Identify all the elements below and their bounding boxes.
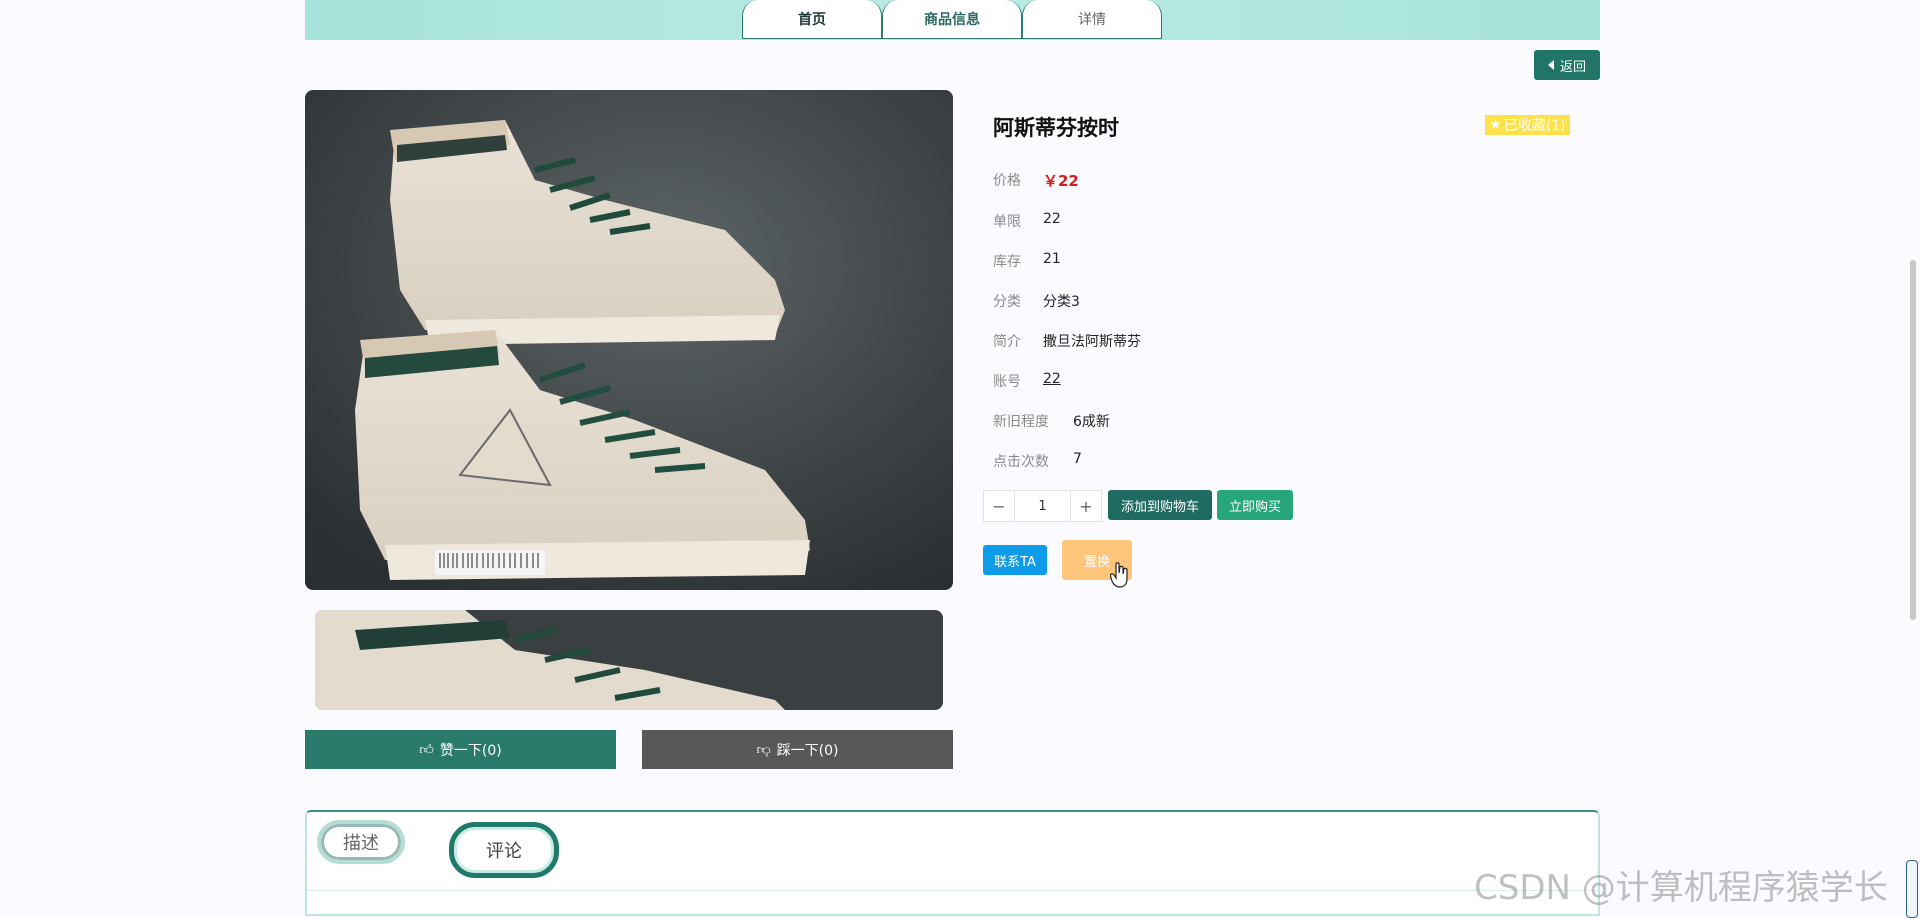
scrollbar-thumb[interactable] [1910, 260, 1916, 620]
intro-label: 简介 [993, 334, 1021, 350]
limit-row: 单限 22 [993, 211, 1061, 231]
star-icon: ★ [1489, 117, 1502, 133]
back-button[interactable]: 返回 [1534, 50, 1600, 80]
watermark: CSDN @计算机程序猿学长 [1474, 868, 1888, 908]
tab-product-info[interactable]: 商品信息 [882, 0, 1022, 39]
stock-value: 21 [1043, 251, 1061, 267]
intro-row: 简介 撒旦法阿斯蒂芬 [993, 331, 1141, 351]
like-button[interactable]: 👍︎ 赞一下(0) [305, 730, 616, 769]
sneaker-thumbnail-image [315, 610, 943, 710]
top-nav-tabs: 首页 商品信息 详情 [742, 0, 1162, 40]
account-row: 账号 22 [993, 371, 1061, 391]
condition-label: 新旧程度 [993, 414, 1049, 430]
sneaker-image [305, 90, 953, 590]
price-label: 价格 [993, 173, 1021, 189]
category-value: 分类3 [1043, 294, 1080, 310]
buy-now-button[interactable]: 立即购买 [1217, 490, 1293, 520]
hand-cursor-icon [1110, 562, 1128, 588]
product-title: 阿斯蒂芬按时 [993, 116, 1119, 140]
back-button-label: 返回 [1559, 59, 1586, 75]
favorite-label: 已收藏(1) [1503, 118, 1566, 134]
like-button-label: 赞一下(0) [439, 742, 502, 759]
contact-button[interactable]: 联系TA [983, 545, 1047, 575]
limit-value: 22 [1043, 211, 1061, 227]
condition-value: 6成新 [1073, 414, 1110, 430]
account-link[interactable]: 22 [1043, 371, 1061, 391]
clicks-value: 7 [1073, 451, 1082, 467]
price-value: ￥22 [1043, 172, 1079, 190]
quantity-stepper: − 1 + [983, 490, 1102, 522]
scroll-handle[interactable] [1906, 860, 1918, 918]
limit-label: 单限 [993, 214, 1021, 230]
category-row: 分类 分类3 [993, 291, 1080, 311]
category-label: 分类 [993, 294, 1021, 310]
dislike-button-label: 踩一下(0) [776, 742, 839, 759]
account-label: 账号 [993, 374, 1021, 390]
condition-row: 新旧程度 6成新 [993, 411, 1110, 431]
price-row: 价格 ￥22 [993, 170, 1079, 191]
divider [307, 890, 1598, 891]
clicks-row: 点击次数 7 [993, 451, 1082, 471]
tab-comment[interactable]: 评论 [449, 822, 559, 878]
stock-label: 库存 [993, 254, 1021, 270]
add-to-cart-button[interactable]: 添加到购物车 [1108, 490, 1212, 520]
quantity-input[interactable]: 1 [1014, 491, 1071, 521]
caret-left-icon [1547, 60, 1554, 70]
tab-description[interactable]: 描述 [317, 820, 405, 864]
tab-home[interactable]: 首页 [742, 0, 882, 39]
product-thumbnail[interactable] [315, 610, 943, 710]
clicks-label: 点击次数 [993, 454, 1049, 470]
favorite-badge[interactable]: ★ 已收藏(1) [1485, 115, 1570, 135]
detail-tab-panel: 描述 评论 [305, 810, 1600, 916]
stock-row: 库存 21 [993, 251, 1061, 271]
product-main-image [305, 90, 953, 590]
thumbs-up-icon: 👍︎ [419, 742, 434, 758]
minus-icon[interactable]: − [984, 491, 1014, 521]
intro-value: 撒旦法阿斯蒂芬 [1043, 334, 1141, 350]
thumbs-down-icon: 👎︎ [756, 742, 771, 758]
dislike-button[interactable]: 👎︎ 踩一下(0) [642, 730, 953, 769]
plus-icon[interactable]: + [1071, 491, 1101, 521]
tab-detail[interactable]: 详情 [1022, 0, 1162, 39]
